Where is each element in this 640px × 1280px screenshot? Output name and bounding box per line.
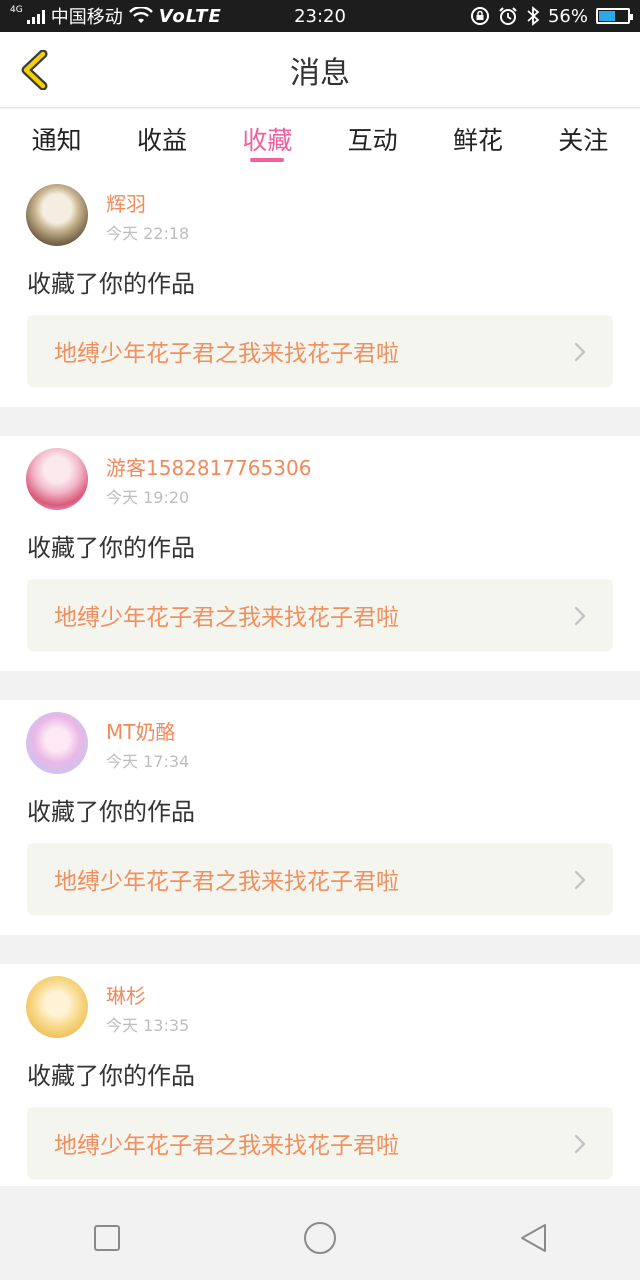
carrier-name: 中国移动 xyxy=(50,7,123,28)
list-item: MT奶酪 今天 17:34 收藏了你的作品 地缚少年花子君之我来找花子君啦 xyxy=(0,700,640,935)
action-text: 收藏了你的作品 xyxy=(27,1062,195,1090)
work-link[interactable]: 地缚少年花子君之我来找花子君啦 xyxy=(27,843,613,915)
action-text: 收藏了你的作品 xyxy=(27,798,195,826)
work-link[interactable]: 地缚少年花子君之我来找花子君啦 xyxy=(27,1107,613,1179)
work-title: 地缚少年花子君之我来找花子君啦 xyxy=(54,605,399,631)
tab-label: 互动 xyxy=(347,126,398,155)
triangle-back-icon xyxy=(521,1224,547,1252)
chevron-right-icon xyxy=(574,870,586,890)
tab-label: 鲜花 xyxy=(452,126,503,155)
square-recent-icon xyxy=(93,1225,120,1251)
chevron-right-icon xyxy=(574,342,586,362)
avatar[interactable] xyxy=(26,712,88,774)
avatar[interactable] xyxy=(26,448,88,510)
tab-notifications[interactable]: 通知 xyxy=(4,109,109,172)
lock-rotate-icon xyxy=(470,7,489,25)
timestamp: 今天 17:34 xyxy=(106,752,190,771)
tab-favorites[interactable]: 收藏 xyxy=(215,109,320,172)
tab-interactions[interactable]: 互动 xyxy=(320,109,425,172)
tab-label: 收益 xyxy=(136,126,187,155)
tab-earnings[interactable]: 收益 xyxy=(109,109,214,172)
username[interactable]: MT奶酪 xyxy=(106,716,175,745)
message-list: 辉羽 今天 22:18 收藏了你的作品 地缚少年花子君之我来找花子君啦 游客15… xyxy=(0,172,640,1186)
timestamp: 今天 22:18 xyxy=(106,224,190,243)
page-title: 消息 xyxy=(290,55,350,91)
status-bar: 4G 中国移动 VoLTE 23:20 56% xyxy=(0,0,640,32)
back-button[interactable] xyxy=(16,49,56,91)
signal-icon xyxy=(26,8,45,24)
volte-label: VoLTE xyxy=(158,5,222,27)
battery-percent: 56% xyxy=(547,5,588,27)
wifi-icon xyxy=(128,7,153,23)
system-nav-bar xyxy=(0,1196,640,1280)
action-text: 收藏了你的作品 xyxy=(27,270,195,298)
work-title: 地缚少年花子君之我来找花子君啦 xyxy=(54,869,399,895)
username[interactable]: 琳杉 xyxy=(106,980,146,1009)
active-tab-indicator xyxy=(250,158,285,162)
circle-home-icon xyxy=(303,1222,336,1254)
work-link[interactable]: 地缚少年花子君之我来找花子君啦 xyxy=(27,315,613,387)
tab-flowers[interactable]: 鲜花 xyxy=(425,109,530,172)
list-item: 游客1582817765306 今天 19:20 收藏了你的作品 地缚少年花子君… xyxy=(0,436,640,671)
timestamp: 今天 19:20 xyxy=(106,488,190,507)
tab-label: 关注 xyxy=(558,126,609,155)
alarm-icon xyxy=(499,7,517,25)
tab-follow[interactable]: 关注 xyxy=(531,109,636,172)
work-title: 地缚少年花子君之我来找花子君啦 xyxy=(54,341,399,367)
username[interactable]: 游客1582817765306 xyxy=(106,452,311,481)
battery-icon xyxy=(596,8,633,24)
tab-bar: 通知 收益 收藏 互动 鲜花 关注 xyxy=(0,109,640,172)
chevron-right-icon xyxy=(574,1134,586,1154)
avatar[interactable] xyxy=(26,184,88,246)
bluetooth-icon xyxy=(527,6,540,26)
header: 消息 xyxy=(0,32,640,108)
action-text: 收藏了你的作品 xyxy=(27,534,195,562)
tab-label: 通知 xyxy=(31,126,82,155)
recent-apps-button[interactable] xyxy=(77,1208,137,1268)
list-item: 辉羽 今天 22:18 收藏了你的作品 地缚少年花子君之我来找花子君啦 xyxy=(0,172,640,407)
timestamp: 今天 13:35 xyxy=(106,1016,190,1035)
work-link[interactable]: 地缚少年花子君之我来找花子君啦 xyxy=(27,579,613,651)
list-item: 琳杉 今天 13:35 收藏了你的作品 地缚少年花子君之我来找花子君啦 xyxy=(0,964,640,1186)
avatar[interactable] xyxy=(26,976,88,1038)
work-title: 地缚少年花子君之我来找花子君啦 xyxy=(54,1133,399,1159)
tab-label: 收藏 xyxy=(242,126,293,155)
back-nav-button[interactable] xyxy=(503,1208,563,1268)
chevron-right-icon xyxy=(574,606,586,626)
network-type: 4G xyxy=(10,5,23,15)
home-button[interactable] xyxy=(290,1208,350,1268)
username[interactable]: 辉羽 xyxy=(106,188,146,217)
chevron-left-icon xyxy=(21,49,48,91)
